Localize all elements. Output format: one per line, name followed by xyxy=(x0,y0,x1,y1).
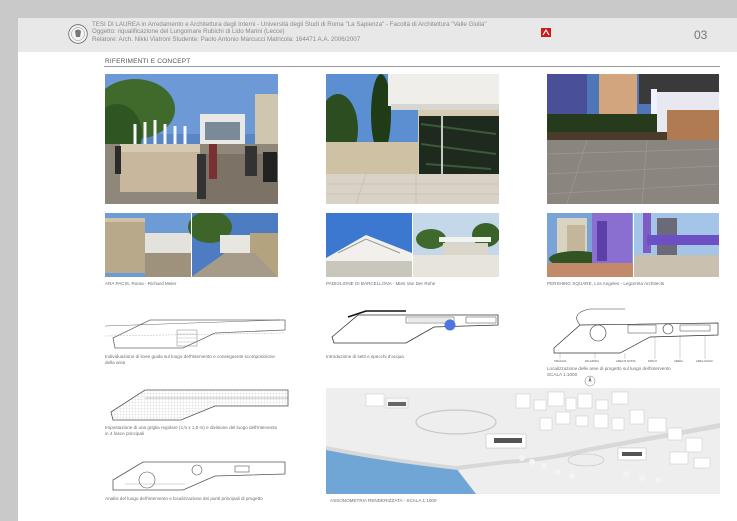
section-divider xyxy=(104,66,720,67)
concept-diagram-grid xyxy=(110,389,289,421)
site-label-1: SPIAGGIA xyxy=(554,359,567,363)
pershing-square-detail-photo xyxy=(547,213,719,277)
site-plan-caption: Localizzazione delle aree di progetto su… xyxy=(547,366,717,378)
barcelona-pavilion-photo xyxy=(326,74,499,204)
site-plan-scale: SCALA 1:1000 xyxy=(547,372,578,377)
site-label-3: AREA DI SOSTA xyxy=(616,359,636,363)
pavilion-plan-caption: Introduzione di setti e specchi d'acqua xyxy=(326,354,404,359)
ara-pacis-caption: ARA PACIS, Roma - Richard Meier xyxy=(105,281,177,286)
concept-diagram-analysis xyxy=(112,461,286,491)
north-arrow-icon xyxy=(584,375,596,387)
barcelona-pavilion-detail-photo xyxy=(326,213,499,277)
university-seal-icon xyxy=(68,24,88,44)
site-label-4: PARCO xyxy=(648,359,657,363)
site-label-5: ARENA xyxy=(674,359,683,363)
ara-pacis-detail-photo xyxy=(105,213,278,277)
thesis-title: TESI DI LAUREA in Arredamento e Architet… xyxy=(92,21,487,28)
concept-diagram-guidelines xyxy=(105,319,286,349)
thesis-subject: Oggetto: riqualificazione del Lungomare … xyxy=(92,28,285,36)
pavilion-concept-plan xyxy=(331,310,499,344)
site-label-2: PALAZZINA xyxy=(585,359,599,363)
section-title: RIFERIMENTI E CONCEPT xyxy=(105,58,191,65)
title-block-text: TESI DI LAUREA in Arredamento e Architet… xyxy=(92,21,612,43)
ara-pacis-photo xyxy=(105,74,278,204)
axonometry-caption: ASSONOMETRIA RENDERIZZATA - SCALA 1:1000 xyxy=(330,498,437,503)
concept-analysis-caption: Analisi del luogo dell'intervento e loca… xyxy=(105,496,263,501)
thesis-credits: Relatore: Arch. Nikki Viatroni Studente:… xyxy=(92,35,361,43)
site-label-6: AREA GIOCHI xyxy=(696,359,713,363)
red-logo-icon xyxy=(541,28,551,37)
pershing-square-photo xyxy=(547,74,719,204)
barcelona-pavilion-caption: PADIGLIONE DI BARCELLONA - Mies Van Der … xyxy=(326,281,436,286)
concept-guidelines-caption: Individuazione di linee guida sul luogo … xyxy=(105,354,275,365)
pershing-square-caption: PERSHING SQUARE, Los Angeles - Legorreta… xyxy=(547,281,665,286)
axonometry-render xyxy=(326,388,720,494)
concept-grid-caption: Impostazione di una griglia regolare (1,… xyxy=(105,425,278,436)
site-plan-drawing: SPIAGGIA PALAZZINA AREA DI SOSTA PARCO A… xyxy=(553,308,719,363)
page-number: 03 xyxy=(694,28,708,42)
